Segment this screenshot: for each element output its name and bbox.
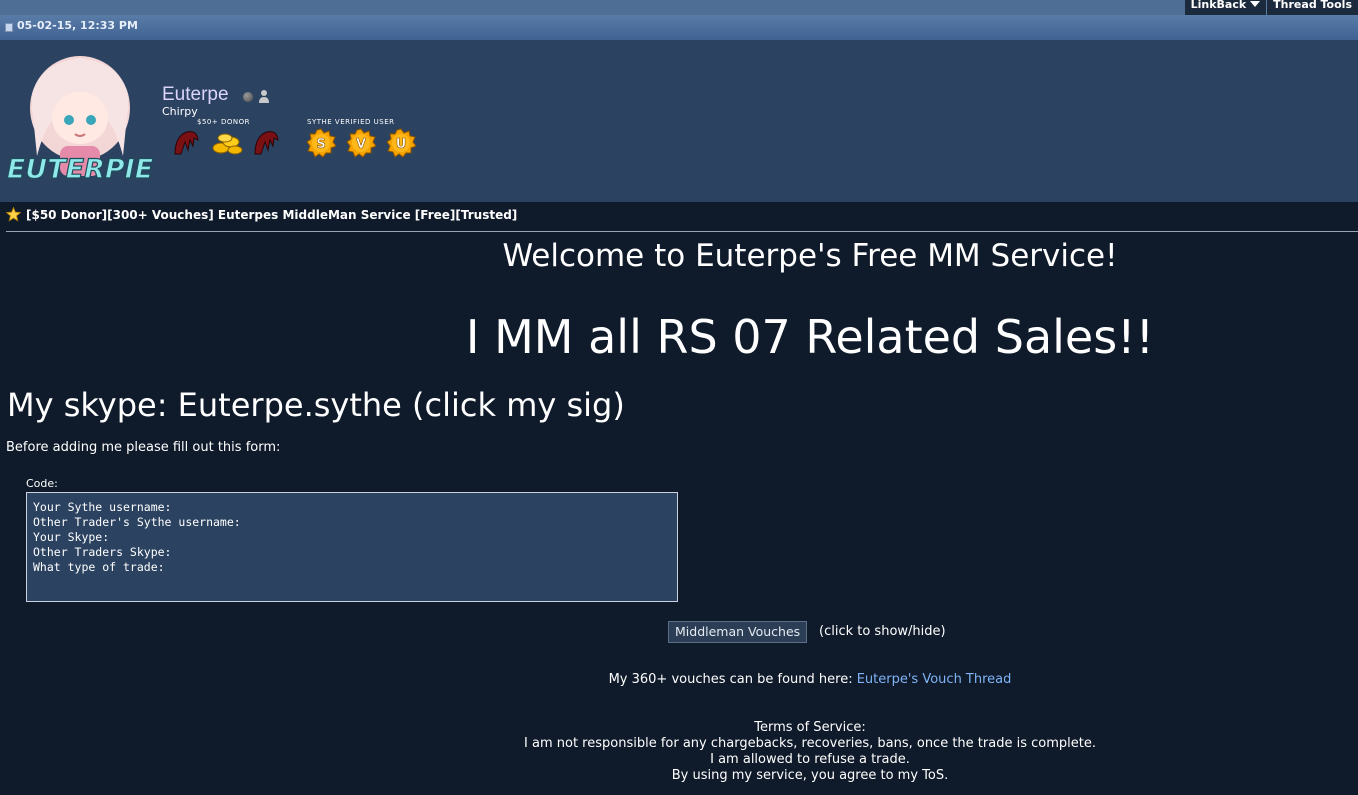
badge-letter-v: V: [356, 137, 366, 152]
welcome-heading: Welcome to Euterpe's Free MM Service!: [502, 238, 1118, 274]
top-toolbar: LinkBack Thread Tools: [0, 0, 1358, 15]
user-title: Chirpy: [162, 105, 198, 118]
post-date: 05-02-15, 12:33 PM: [17, 19, 138, 32]
offline-status-icon: [243, 92, 253, 102]
right-claw-icon: [254, 131, 279, 155]
tos-line: By using my service, you agree to my ToS…: [671, 768, 949, 783]
mm-heading: I MM all RS 07 Related Sales!!: [465, 310, 1155, 364]
post-header: 05-02-15, 12:33 PM: [0, 15, 1358, 41]
gold-coins-icon: [212, 133, 243, 155]
donor-award-label: $50+ DONOR: [197, 118, 250, 126]
star-icon: [6, 207, 21, 222]
badge-letter-u: U: [396, 137, 407, 152]
user-profile-icon[interactable]: [258, 89, 270, 103]
badge-letter-s: S: [316, 137, 325, 152]
middleman-vouches-button[interactable]: Middleman Vouches: [668, 621, 808, 643]
user-info: EUTERPIE Euterpe Chirpy $50+ DONOR SYTHE…: [0, 40, 1358, 202]
vouch-toggle-hint: (click to show/hide): [819, 624, 946, 639]
chevron-down-icon: [1250, 1, 1261, 7]
verified-award-label: SYTHE VERIFIED USER: [307, 118, 395, 126]
username[interactable]: Euterpe: [162, 84, 229, 106]
thread-title-text: [$50 Donor][300+ Vouches] Euterpes Middl…: [26, 207, 518, 222]
terms-of-service: Terms of Service: I am not responsible f…: [0, 720, 1358, 784]
verified-v-badge-icon: V: [346, 128, 376, 158]
thread-tools-label: Thread Tools: [1273, 0, 1352, 11]
tos-line: I am allowed to refuse a trade.: [710, 752, 910, 767]
code-block[interactable]: Your Sythe username: Other Trader's Syth…: [26, 492, 678, 602]
linkback-menu[interactable]: LinkBack: [1185, 0, 1267, 15]
tos-heading: Terms of Service:: [754, 720, 866, 735]
vouches-prefix: My 360+ vouches can be found here:: [608, 672, 853, 687]
title-divider: [6, 231, 1358, 232]
avatar-logo-text: EUTERPIE: [7, 154, 154, 185]
thread-tools-bar: LinkBack Thread Tools: [1184, 0, 1358, 15]
form-intro-text: Before adding me please fill out this fo…: [6, 440, 281, 455]
vouches-line: My 360+ vouches can be found here: Euter…: [0, 672, 1358, 687]
linkback-label: LinkBack: [1190, 0, 1247, 11]
left-claw-icon: [174, 131, 199, 155]
thread-title: [$50 Donor][300+ Vouches] Euterpes Middl…: [6, 207, 517, 222]
post-icon: [5, 23, 13, 32]
thread-tools-menu[interactable]: Thread Tools: [1266, 0, 1358, 15]
verified-u-badge-icon: U: [386, 128, 416, 158]
verified-s-badge-icon: S: [306, 128, 336, 158]
vouch-thread-link[interactable]: Euterpe's Vouch Thread: [857, 672, 1012, 687]
tos-line: I am not responsible for any chargebacks…: [524, 736, 1096, 751]
skype-heading: My skype: Euterpe.sythe (click my sig): [7, 386, 625, 424]
avatar[interactable]: EUTERPIE: [5, 46, 155, 196]
code-label: Code:: [26, 477, 58, 490]
